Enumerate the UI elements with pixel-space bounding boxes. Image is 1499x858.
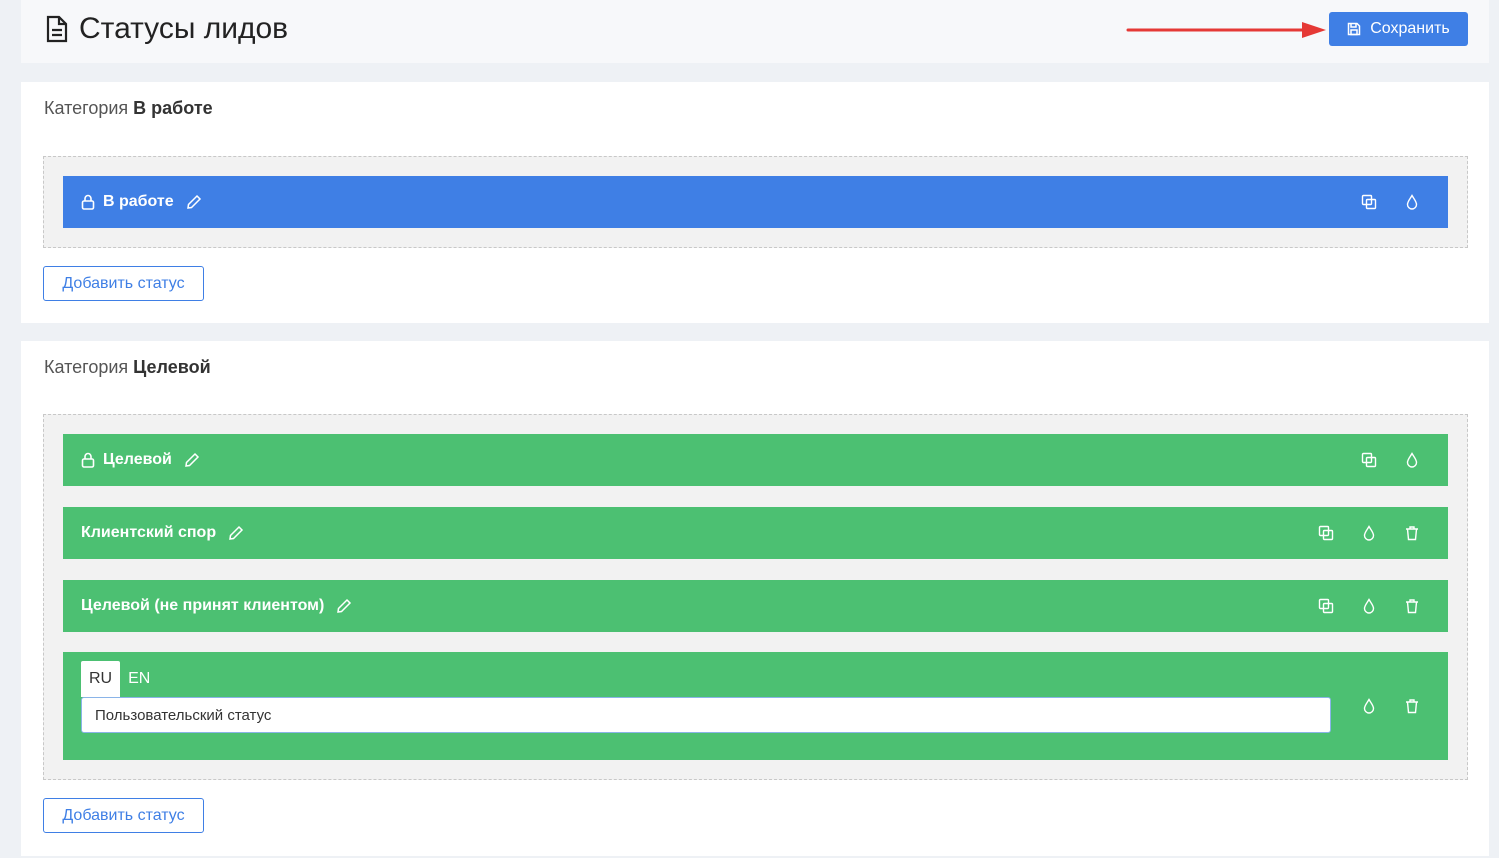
category-name: В работе — [133, 98, 213, 118]
status-actions — [1318, 507, 1420, 559]
drop-icon[interactable] — [1404, 452, 1420, 468]
category-prefix: Категория — [44, 98, 129, 118]
category-card-target: Категория Целевой Целевой Клиентский спо… — [21, 341, 1489, 856]
status-row[interactable]: Клиентский спор — [63, 507, 1448, 559]
category-title: Категория В работе — [44, 98, 213, 119]
status-dropzone: Целевой Клиентский спор Целевой (не прин… — [43, 414, 1468, 780]
lock-icon — [81, 452, 95, 468]
status-actions — [1361, 652, 1420, 760]
pencil-icon[interactable] — [184, 452, 200, 468]
copy-icon[interactable] — [1318, 525, 1334, 541]
trash-icon[interactable] — [1404, 598, 1420, 614]
document-icon — [46, 15, 68, 43]
category-title: Категория Целевой — [44, 357, 211, 378]
lang-tab-ru[interactable]: RU — [81, 661, 121, 697]
status-row[interactable]: Целевой — [63, 434, 1448, 486]
copy-icon[interactable] — [1361, 194, 1377, 210]
copy-icon[interactable] — [1318, 598, 1334, 614]
status-label: Целевой — [103, 451, 172, 468]
trash-icon[interactable] — [1404, 698, 1420, 714]
pencil-icon[interactable] — [336, 598, 352, 614]
status-name-input[interactable] — [81, 697, 1331, 733]
new-status-editor: RU EN — [63, 652, 1448, 760]
language-tabs: RU EN — [81, 661, 158, 697]
trash-icon[interactable] — [1404, 525, 1420, 541]
pencil-icon[interactable] — [228, 525, 244, 541]
status-actions — [1318, 580, 1420, 632]
copy-icon[interactable] — [1361, 452, 1377, 468]
save-icon — [1347, 22, 1361, 36]
drop-icon[interactable] — [1361, 525, 1377, 541]
add-status-button[interactable]: Добавить статус — [43, 798, 204, 833]
page-title: Статусы лидов — [45, 12, 288, 46]
category-prefix: Категория — [44, 357, 129, 377]
status-label: Клиентский спор — [81, 524, 217, 541]
category-card-in-work: Категория В работе В работе Добавить ста… — [21, 82, 1489, 323]
status-actions — [1361, 176, 1420, 228]
pencil-icon[interactable] — [186, 194, 202, 210]
annotation-arrow — [1126, 22, 1326, 38]
status-label: В работе — [103, 193, 174, 210]
status-actions — [1361, 434, 1420, 486]
lock-icon — [81, 194, 95, 210]
status-label: Целевой (не принят клиентом) — [81, 597, 325, 614]
drop-icon[interactable] — [1361, 698, 1377, 714]
status-row[interactable]: Целевой (не принят клиентом) — [63, 580, 1448, 632]
lang-tab-en[interactable]: EN — [120, 661, 158, 697]
status-row[interactable]: В работе — [63, 176, 1448, 228]
add-status-button[interactable]: Добавить статус — [43, 266, 204, 301]
category-name: Целевой — [133, 357, 211, 377]
drop-icon[interactable] — [1404, 194, 1420, 210]
status-dropzone: В работе — [43, 156, 1468, 248]
save-button-label: Сохранить — [1370, 20, 1450, 37]
save-button[interactable]: Сохранить — [1329, 12, 1468, 46]
page-title-text: Статусы лидов — [79, 12, 289, 45]
drop-icon[interactable] — [1361, 598, 1377, 614]
